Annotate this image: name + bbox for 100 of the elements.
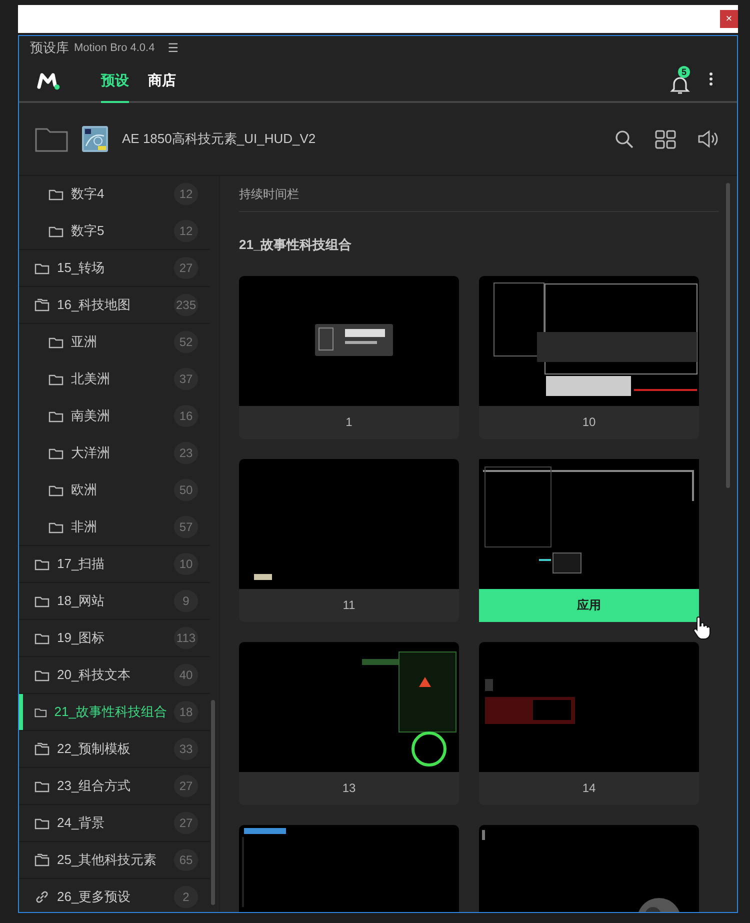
folder-label: 16_科技地图 xyxy=(57,296,132,314)
folder-label: 23_组合方式 xyxy=(57,777,132,795)
apply-button[interactable]: 应用 xyxy=(479,589,699,622)
search-icon xyxy=(615,130,633,148)
folder-item[interactable]: 25_其他科技元素 65 xyxy=(19,842,210,879)
folder-label: 22_预制模板 xyxy=(57,740,132,758)
folder-label: 亚洲 xyxy=(71,333,98,351)
notification-button[interactable]: 5 xyxy=(669,66,695,96)
count-badge: 18 xyxy=(174,701,198,723)
panel-title: 预设库 xyxy=(30,39,69,57)
folder-label: 北美洲 xyxy=(71,370,111,388)
folder-item[interactable]: 欧洲 50 xyxy=(19,472,210,509)
folder-item[interactable]: 北美洲 37 xyxy=(19,361,210,398)
folder-item[interactable]: 15_转场 27 xyxy=(19,250,210,287)
folder-label: 欧洲 xyxy=(71,481,98,499)
folder-item[interactable]: 20_科技文本 40 xyxy=(19,657,210,694)
count-badge: 113 xyxy=(174,627,198,649)
folder-label: 20_科技文本 xyxy=(57,666,132,684)
folder-label: 大洋洲 xyxy=(71,444,111,462)
preset-card[interactable]: 13 xyxy=(239,642,459,805)
folder-label: 25_其他科技元素 xyxy=(57,851,158,869)
folder-icon xyxy=(34,668,50,682)
folder-item[interactable]: 17_扫描 10 xyxy=(19,546,210,583)
folder-label: 26_更多预设 xyxy=(57,888,132,906)
grid-view-button[interactable] xyxy=(655,130,676,148)
folder-icon xyxy=(34,779,50,793)
folder-icon xyxy=(48,483,64,497)
folders-icon xyxy=(34,853,50,867)
count-badge: 10 xyxy=(174,553,198,575)
preset-name: 14 xyxy=(581,780,597,797)
count-badge: 65 xyxy=(174,849,198,871)
folder-icon xyxy=(34,261,50,275)
folder-item[interactable]: 23_组合方式 27 xyxy=(19,768,210,805)
count-badge: 27 xyxy=(174,257,198,279)
search-button[interactable] xyxy=(615,130,633,148)
count-badge: 27 xyxy=(174,812,198,834)
section-heading: 21_故事性科技组合 xyxy=(239,236,353,254)
nav-tab[interactable]: 商店 xyxy=(148,60,176,103)
folder-item[interactable]: 26_更多预设 2 xyxy=(19,879,210,912)
scrollbar-thumb[interactable] xyxy=(211,700,215,905)
link-icon xyxy=(34,889,50,905)
speaker-icon xyxy=(698,130,719,148)
folder-icon xyxy=(34,816,50,830)
folder-label: 15_转场 xyxy=(57,259,106,277)
preset-name: 13 xyxy=(341,780,357,797)
folder-item[interactable]: 22_预制模板 33 xyxy=(19,731,210,768)
preset-name: 10 xyxy=(581,414,597,431)
version-label: Motion Bro 4.0.4 xyxy=(74,42,155,54)
count-badge: 57 xyxy=(174,516,198,538)
count-badge: 52 xyxy=(174,331,198,353)
count-badge: 37 xyxy=(174,368,198,390)
preset-name: 1 xyxy=(344,414,354,431)
count-badge: 16 xyxy=(174,405,198,427)
close-button[interactable]: × xyxy=(720,10,738,28)
folder-icon xyxy=(48,224,64,238)
folder-item[interactable]: 数字4 12 xyxy=(19,176,210,213)
folder-item[interactable]: 18_网站 9 xyxy=(19,583,210,620)
preset-card[interactable]: 14 xyxy=(479,642,699,805)
preset-name: 11 xyxy=(342,597,356,614)
duration-bar-label: 持续时间栏 xyxy=(239,176,719,212)
folder-item[interactable]: 南美洲 16 xyxy=(19,398,210,435)
folder-icon xyxy=(48,187,64,201)
folder-item[interactable]: 数字5 12 xyxy=(19,213,210,250)
folder-item[interactable]: 亚洲 52 xyxy=(19,324,210,361)
folder-label: 17_扫描 xyxy=(57,555,106,573)
count-badge: 40 xyxy=(174,664,198,686)
count-badge: 9 xyxy=(174,590,198,612)
folder-item[interactable]: 21_故事性科技组合 18 xyxy=(19,694,210,731)
folder-item[interactable]: 24_背景 27 xyxy=(19,805,210,842)
count-badge: 235 xyxy=(174,294,198,316)
folder-label: 21_故事性科技组合 xyxy=(54,703,167,721)
nav-tab[interactable]: 预设 xyxy=(101,60,129,103)
folder-icon xyxy=(48,520,64,534)
count-badge: 50 xyxy=(174,479,198,501)
sound-button[interactable] xyxy=(698,130,719,148)
folder-icon xyxy=(34,631,50,645)
folder-label: 数字5 xyxy=(71,222,106,240)
folder-label: 19_图标 xyxy=(57,629,106,647)
folders-icon xyxy=(34,298,50,312)
folder-icon xyxy=(48,409,64,423)
count-badge: 12 xyxy=(174,220,198,242)
scrollbar-thumb[interactable] xyxy=(726,183,730,488)
preset-card[interactable]: 1 xyxy=(239,276,459,439)
folder-icon xyxy=(34,594,50,608)
kebab-icon xyxy=(709,72,713,86)
folder-icon xyxy=(48,335,64,349)
folder-item[interactable]: 非洲 57 xyxy=(19,509,210,546)
count-badge: 23 xyxy=(174,442,198,464)
folders-icon xyxy=(34,742,50,756)
folder-item[interactable]: 大洋洲 23 xyxy=(19,435,210,472)
grid-icon xyxy=(655,130,676,148)
preset-card[interactable]: 10 xyxy=(479,276,699,439)
folder-item[interactable]: 19_图标 113 xyxy=(19,620,210,657)
notification-badge: 5 xyxy=(678,66,690,78)
menu-icon[interactable]: ☰ xyxy=(168,41,178,55)
folder-label: 非洲 xyxy=(71,518,98,536)
preset-card[interactable]: 11 xyxy=(239,459,459,622)
hand-cursor-icon xyxy=(691,616,711,640)
folder-label: 24_背景 xyxy=(57,814,106,832)
folder-item[interactable]: 16_科技地图 235 xyxy=(19,287,210,324)
